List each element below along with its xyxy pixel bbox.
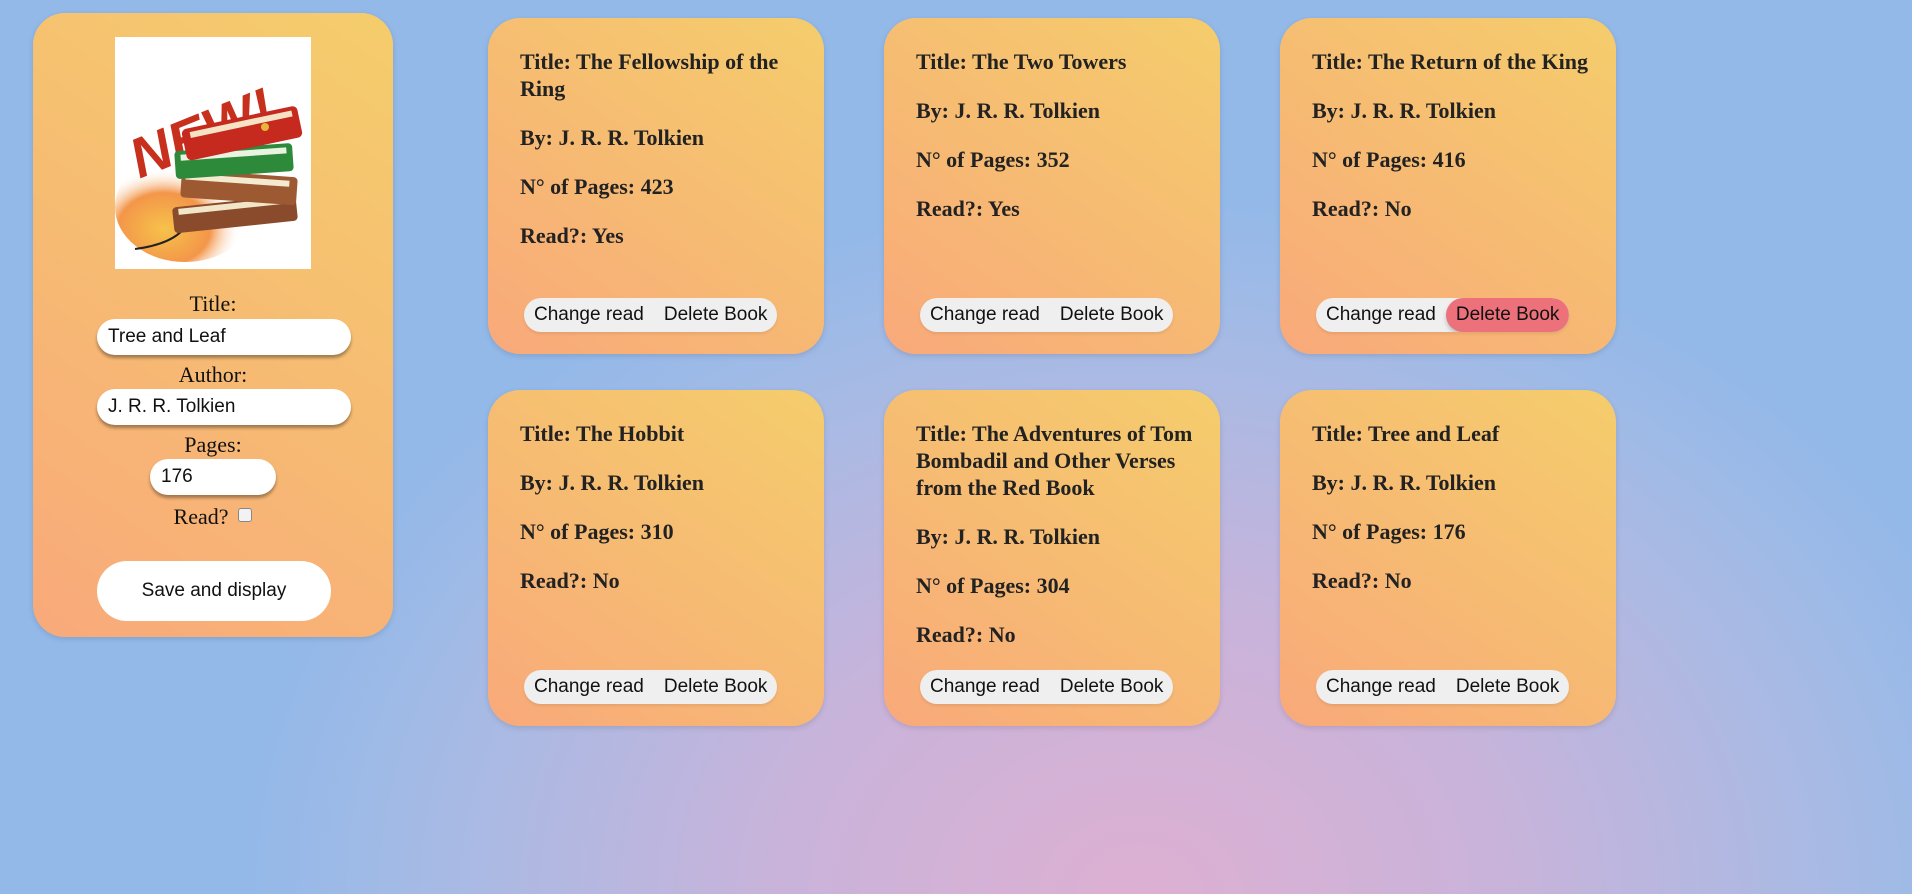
book-pages: N° of Pages: 304 [916,573,1070,598]
add-book-form: NEW! Title: Author: Pages: Read? Save an… [33,13,393,637]
book-author: By: J. R. R. Tolkien [1312,470,1496,495]
book-actions: Change read Delete Book [524,298,778,332]
book-author: By: J. R. R. Tolkien [1312,98,1496,123]
author-input[interactable] [97,389,351,425]
change-read-button[interactable]: Change read [524,670,654,704]
change-read-button[interactable]: Change read [920,298,1050,332]
book-title: Title: Tree and Leaf [1312,421,1500,446]
book-card: Title: The Hobbit By: J. R. R. Tolkien N… [488,390,824,726]
change-read-button[interactable]: Change read [524,298,654,332]
delete-book-button[interactable]: Delete Book [1050,298,1174,332]
book-actions: Change read Delete Book [920,298,1174,332]
book-pages: N° of Pages: 310 [520,519,674,544]
book-read-status: Read?: No [520,568,620,593]
pages-input[interactable] [150,459,276,495]
new-books-logo: NEW! [115,37,311,269]
change-read-button[interactable]: Change read [1316,670,1446,704]
book-actions: Change read Delete Book [524,670,778,704]
read-row: Read? [33,504,393,530]
book-read-status: Read?: Yes [916,196,1020,221]
book-pages: N° of Pages: 416 [1312,147,1466,172]
book-pages: N° of Pages: 176 [1312,519,1466,544]
book-title: Title: The Adventures of Tom Bombadil an… [916,421,1193,500]
delete-book-button[interactable]: Delete Book [1446,670,1570,704]
book-author: By: J. R. R. Tolkien [520,470,704,495]
book-actions: Change read Delete Book [1316,670,1570,704]
change-read-button[interactable]: Change read [920,670,1050,704]
book-title: Title: The Two Towers [916,49,1127,74]
book-read-status: Read?: No [1312,568,1412,593]
book-author: By: J. R. R. Tolkien [520,125,704,150]
book-read-status: Read?: No [916,622,1016,647]
book-card: Title: The Return of the King By: J. R. … [1280,18,1616,354]
book-card: Title: Tree and Leaf By: J. R. R. Tolkie… [1280,390,1616,726]
title-input[interactable] [97,319,351,355]
book-card: Title: The Fellowship of the Ring By: J.… [488,18,824,354]
title-label: Title: [189,291,237,316]
read-checkbox[interactable] [238,508,253,522]
book-title: Title: The Hobbit [520,421,685,446]
delete-book-button[interactable]: Delete Book [1050,670,1174,704]
book-read-status: Read?: Yes [520,223,624,248]
book-author: By: J. R. R. Tolkien [916,98,1100,123]
book-title: Title: The Return of the King [1312,49,1589,74]
book-actions: Change read Delete Book [920,670,1174,704]
book-author: By: J. R. R. Tolkien [916,524,1100,549]
new-books-stack-icon: NEW! [115,76,303,262]
book-actions: Change read Delete Book [1316,298,1570,332]
pages-label: Pages: [184,432,242,457]
read-label: Read? [173,504,229,529]
book-pages: N° of Pages: 352 [916,147,1070,172]
author-label: Author: [178,362,248,387]
book-card: Title: The Adventures of Tom Bombadil an… [884,390,1220,726]
book-title: Title: The Fellowship of the Ring [520,49,779,101]
book-read-status: Read?: No [1312,196,1412,221]
delete-book-button[interactable]: Delete Book [654,298,778,332]
delete-book-button[interactable]: Delete Book [1445,298,1570,332]
book-pages: N° of Pages: 423 [520,174,674,199]
change-read-button[interactable]: Change read [1316,298,1446,332]
book-card: Title: The Two Towers By: J. R. R. Tolki… [884,18,1220,354]
save-and-display-button[interactable]: Save and display [97,561,331,621]
delete-book-button[interactable]: Delete Book [654,670,778,704]
